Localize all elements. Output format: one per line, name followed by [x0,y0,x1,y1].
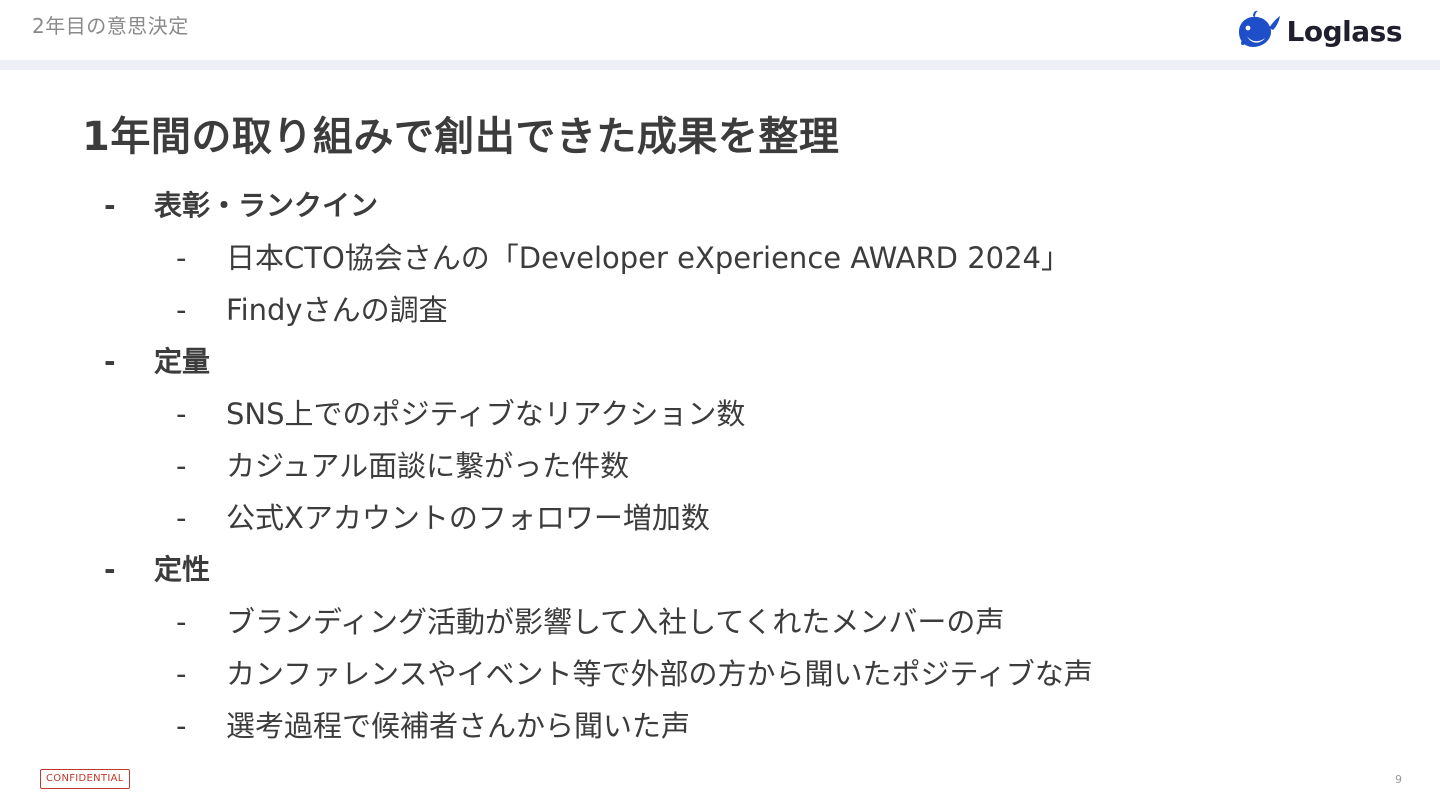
bullet-dash: - [176,605,187,639]
bullet-label: 定量 [154,345,211,378]
sub-bullet-text: 選考過程で候補者さんから聞いた声 [226,709,691,743]
sub-bullet-text: SNS上でのポジティブなリアクション数 [226,397,746,431]
loglass-logo: Loglass [1233,10,1403,52]
bullet-dash: - [176,241,187,275]
bullet-dash: - [176,501,187,535]
page-number: 9 [1395,773,1402,786]
sub-bullet-text: Findyさんの調査 [226,293,448,327]
confidential-badge: CONFIDENTIAL [40,769,130,789]
bullet-dash: - [176,397,187,431]
sub-bullet-text: ブランディング活動が影響して入社してくれたメンバーの声 [226,605,1005,639]
sub-bullet-text: カンファレンスやイベント等で外部の方から聞いたポジティブな声 [226,657,1093,691]
bullet-dash: - [176,293,187,327]
section-title: 2年目の意思決定 [32,14,189,38]
bullet-label: 表彰・ランクイン [154,189,379,222]
bullet-dash: - [104,189,116,222]
bullet-dash: - [104,553,116,586]
sub-bullet-text: 日本CTO協会さんの「Developer eXperience AWARD 20… [226,241,1071,275]
bullet-dash: - [176,657,187,691]
bullet-dash: - [176,449,187,483]
logo-text: Loglass [1286,14,1403,48]
sub-bullet-text: 公式Xアカウントのフォロワー増加数 [226,501,710,535]
slide: 2年目の意思決定 Loglass 1年間の取り組みで創出できた成果を整理 - 表… [0,0,1440,810]
bullet-dash: - [104,345,116,378]
slide-title: 1年間の取り組みで創出できた成果を整理 [82,114,840,160]
whale-icon [1238,10,1280,47]
bullet-label: 定性 [154,553,211,586]
header-divider [0,60,1440,70]
sub-bullet-text: カジュアル面談に繋がった件数 [226,449,630,483]
bullet-dash: - [176,709,187,743]
